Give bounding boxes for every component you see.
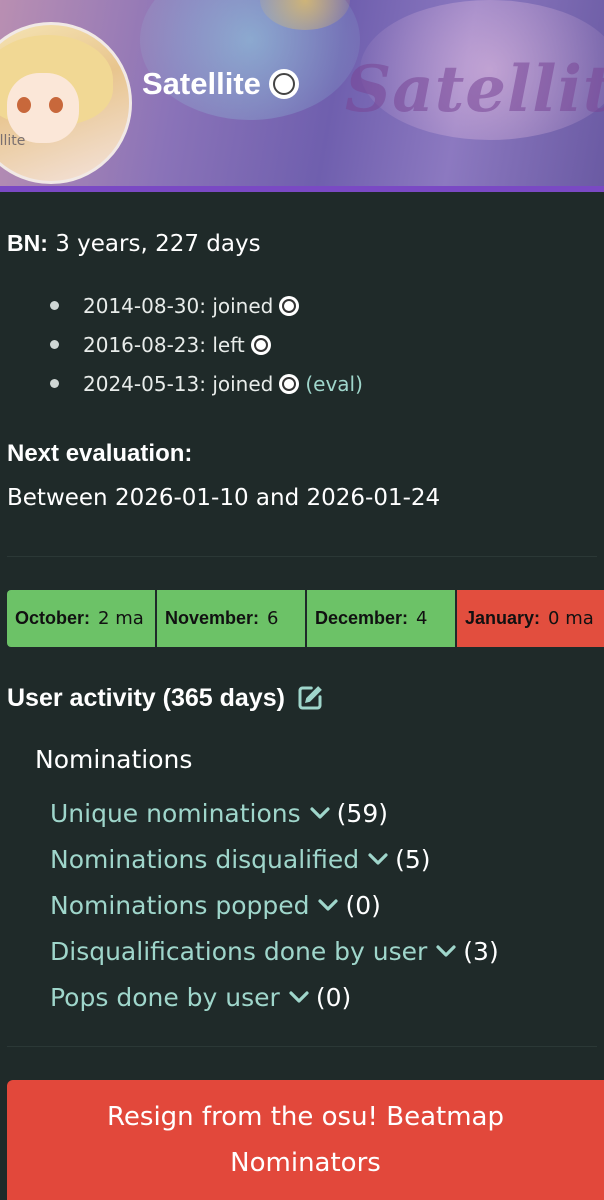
eval-link[interactable]: (eval) [305, 367, 363, 401]
history-item: 2016-08-23: left [50, 325, 363, 364]
month-cell: January: 0 ma [457, 590, 604, 647]
bullet-icon [50, 379, 59, 388]
chevron-down-icon[interactable] [435, 943, 457, 959]
chevron-down-icon[interactable] [309, 805, 331, 821]
banner-watermark: Satellite [345, 52, 604, 127]
monthly-activity-strip: October: 2 ma November: 6 December: 4 Janua… [7, 590, 604, 647]
username-heading[interactable]: Satellite [142, 66, 299, 102]
next-evaluation-title: Next evaluation: [7, 440, 193, 467]
history-item: 2024-05-13: joined (eval) [50, 364, 363, 403]
next-evaluation-value: Between 2026-01-10 and 2026-01-24 [7, 485, 441, 511]
resign-button[interactable]: Resign from the osu! Beatmap Nominators [7, 1080, 604, 1200]
bn-duration: BN: 3 years, 227 days [7, 230, 261, 257]
bullet-icon [50, 340, 59, 349]
divider [7, 556, 597, 557]
bn-label: BN: [7, 230, 48, 256]
bn-history-list: 2014-08-30: joined 2016-08-23: left 2024… [50, 286, 363, 403]
bullet-icon [50, 301, 59, 310]
osu-mode-icon [279, 373, 300, 394]
divider [7, 1046, 597, 1047]
osu-mode-icon [250, 334, 271, 355]
activity-stats-list: Unique nominations (59) Nominations disq… [50, 790, 499, 1020]
month-cell: December: 4 [307, 590, 457, 647]
user-activity-heading: User activity (365 days) [7, 683, 325, 713]
bn-duration-value: 3 years, 227 days [55, 231, 261, 257]
username[interactable]: Satellite [142, 66, 261, 102]
banner-accent-bar [0, 186, 604, 192]
avatar-caption: ellite [0, 133, 26, 149]
stat-row[interactable]: Pops done by user (0) [50, 974, 499, 1020]
nominations-heading: Nominations [35, 745, 193, 774]
chevron-down-icon[interactable] [317, 897, 339, 913]
osu-mode-icon [279, 295, 300, 316]
osu-mode-icon [268, 69, 299, 99]
edit-icon[interactable] [295, 683, 325, 713]
chevron-down-icon[interactable] [367, 851, 389, 867]
month-cell: October: 2 ma [7, 590, 157, 647]
stat-row[interactable]: Disqualifications done by user (3) [50, 928, 499, 974]
stat-row[interactable]: Nominations disqualified (5) [50, 836, 499, 882]
chevron-down-icon[interactable] [288, 989, 310, 1005]
month-cell: November: 6 [157, 590, 307, 647]
stat-row[interactable]: Nominations popped (0) [50, 882, 499, 928]
history-item: 2014-08-30: joined [50, 286, 363, 325]
stat-row[interactable]: Unique nominations (59) [50, 790, 499, 836]
